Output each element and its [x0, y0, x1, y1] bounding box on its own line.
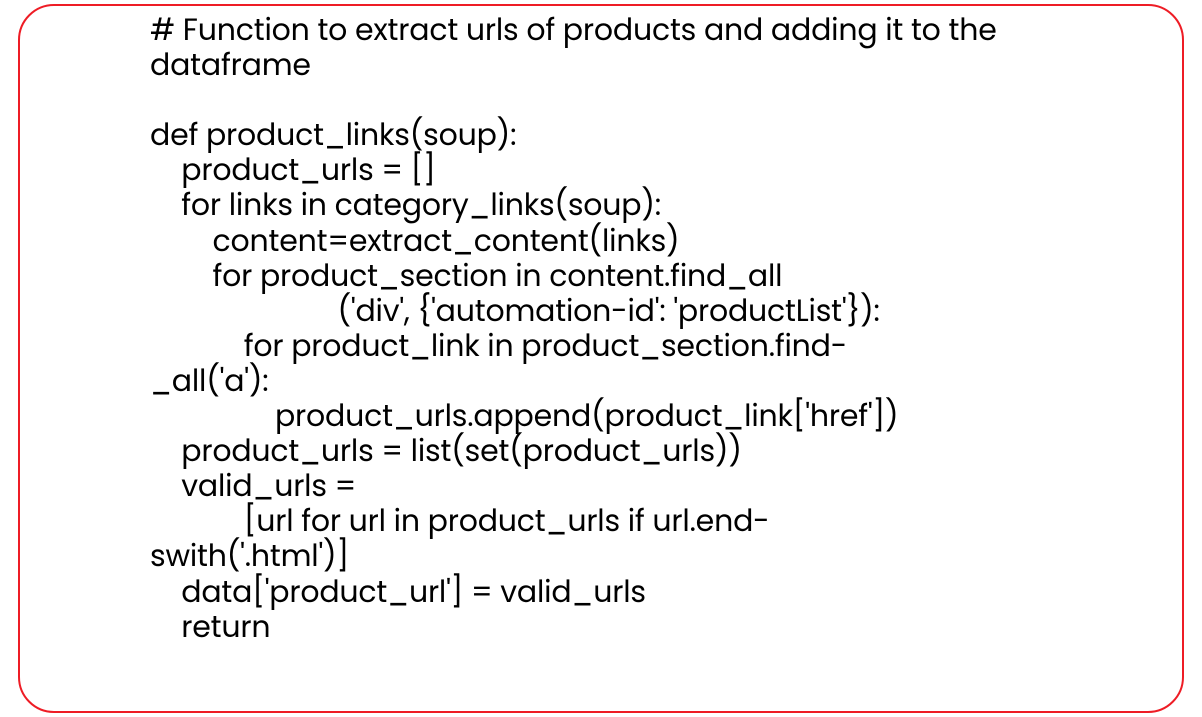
code-block: # Function to extract urls of products a…	[150, 12, 1162, 711]
code-frame: # Function to extract urls of products a…	[18, 4, 1184, 713]
